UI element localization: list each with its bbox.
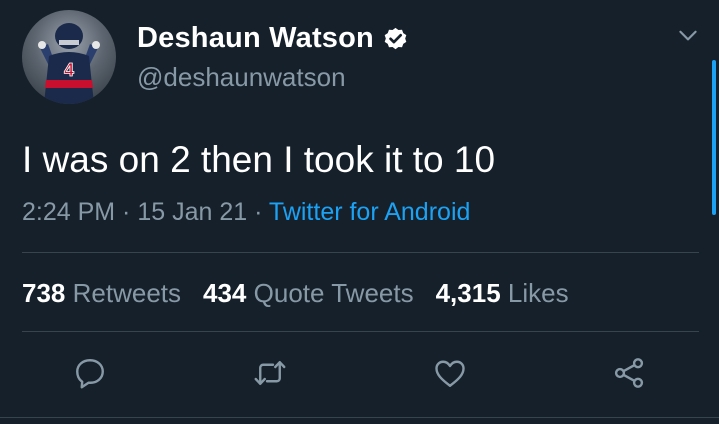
tweet-header: 4 Deshaun Watson @deshaunwatson [0, 0, 719, 120]
verified-badge-icon [382, 25, 409, 52]
meta-separator: · [247, 198, 269, 226]
like-icon [435, 360, 465, 387]
likes-stat[interactable]: 4,315 Likes [436, 278, 569, 309]
avatar[interactable]: 4 [22, 10, 116, 104]
chevron-down-icon[interactable] [675, 22, 701, 48]
retweets-label: Retweets [72, 278, 182, 308]
reply-icon [76, 359, 104, 389]
tweet-source-link[interactable]: Twitter for Android [269, 198, 470, 226]
reply-button[interactable] [72, 355, 108, 395]
player-avatar-icon: 4 [38, 23, 100, 104]
like-button[interactable] [432, 355, 468, 395]
svg-text:4: 4 [64, 60, 74, 80]
tweet-stats: 738 Retweets 434 Quote Tweets 4,315 Like… [22, 278, 591, 309]
retweets-stat[interactable]: 738 Retweets [22, 278, 181, 309]
tweet-actions [0, 355, 719, 399]
quote-tweets-stat[interactable]: 434 Quote Tweets [203, 278, 414, 309]
quote-tweets-label: Quote Tweets [253, 278, 414, 308]
tweet-time[interactable]: 2:24 PM [22, 198, 115, 226]
likes-label: Likes [507, 278, 569, 308]
tweet-meta: 2:24 PM · 15 Jan 21 · Twitter for Androi… [22, 198, 470, 227]
author-handle[interactable]: @deshaunwatson [137, 62, 346, 93]
quote-tweets-count: 434 [203, 278, 247, 308]
divider [0, 417, 719, 418]
divider [22, 252, 699, 253]
likes-count: 4,315 [435, 278, 501, 308]
retweets-count: 738 [22, 278, 66, 308]
tweet-date[interactable]: 15 Jan 21 [137, 198, 247, 226]
display-name[interactable]: Deshaun Watson [137, 22, 374, 55]
share-icon [614, 358, 644, 388]
scrollbar[interactable] [712, 60, 716, 215]
meta-separator: · [115, 198, 138, 226]
share-button[interactable] [611, 355, 647, 395]
divider [22, 331, 699, 332]
retweet-icon [254, 361, 286, 385]
retweet-button[interactable] [252, 355, 288, 395]
tweet-text: I was on 2 then I took it to 10 [22, 139, 496, 180]
